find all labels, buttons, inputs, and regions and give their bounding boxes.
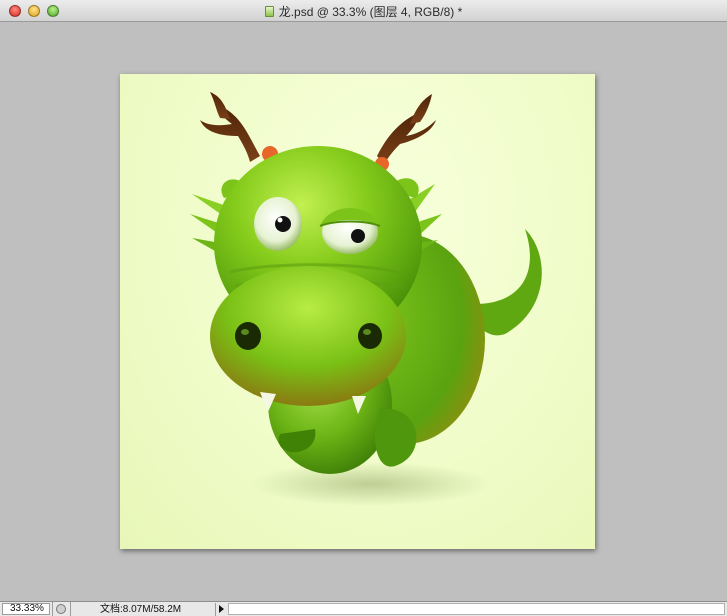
canvas-workspace[interactable]	[0, 22, 727, 601]
title-bar[interactable]: 龙.psd @ 33.3% (图层 4, RGB/8) *	[0, 0, 727, 22]
window-title-group: 龙.psd @ 33.3% (图层 4, RGB/8) *	[0, 0, 727, 22]
psd-document-icon	[264, 5, 274, 17]
minimize-icon[interactable]	[28, 5, 40, 17]
document-canvas[interactable]	[120, 74, 595, 549]
zoom-icon[interactable]	[47, 5, 59, 17]
document-size-info: 文档:8.07M/58.2M	[100, 604, 182, 615]
status-divider	[52, 602, 53, 616]
close-icon[interactable]	[9, 5, 21, 17]
status-bar: 33.33% 文档:8.07M/58.2M	[0, 601, 727, 616]
triangle-right-icon[interactable]	[215, 603, 227, 616]
window-title: 龙.psd @ 33.3% (图层 4, RGB/8) *	[278, 4, 463, 19]
zoom-level-field[interactable]: 33.33%	[2, 603, 50, 615]
photoshop-document-window: 龙.psd @ 33.3% (图层 4, RGB/8) * 33.33% 文档:…	[0, 0, 727, 616]
dragon-illustration	[190, 92, 542, 506]
status-info-icon[interactable]	[56, 604, 66, 614]
status-divider	[70, 602, 71, 616]
horizontal-scrollbar[interactable]	[228, 603, 725, 615]
